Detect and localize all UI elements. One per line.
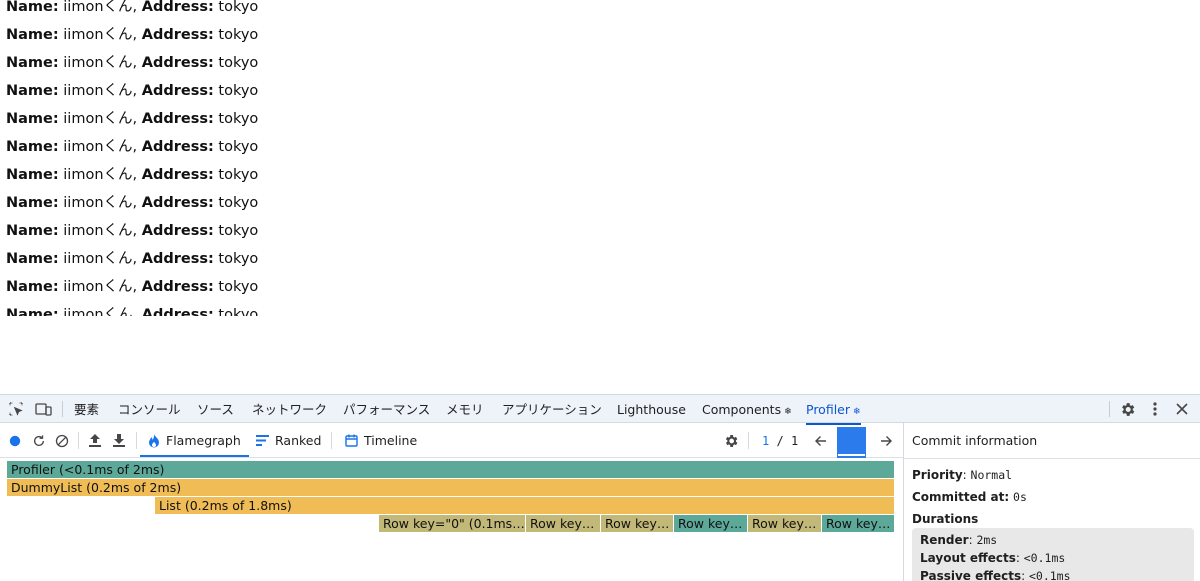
profiler-toolbar: Flamegraph Ranked Timeline 1 / 1 [0, 423, 903, 458]
durations-list: Render: 2ms Layout effects: <0.1ms Passi… [912, 528, 1194, 581]
tab-application[interactable]: アプリケーション [502, 395, 602, 424]
tab-profiler[interactable]: Profiler ❄ [806, 395, 861, 425]
flame-node-dummylist[interactable]: DummyList (0.2ms of 2ms) [7, 479, 895, 496]
profiler-settings-button[interactable] [723, 423, 739, 458]
record-icon [9, 435, 21, 446]
previous-commit-button[interactable] [815, 423, 827, 458]
reload-icon [33, 434, 45, 446]
toolbar-divider [78, 432, 79, 449]
list-item: Name: iimonくん, Address: tokyo [6, 27, 259, 43]
toolbar-divider [62, 401, 63, 417]
react-icon: ❄ [784, 407, 792, 417]
tab-flamegraph[interactable]: Flamegraph [140, 423, 249, 458]
list-item: Name: iimonくん, Address: tokyo [6, 195, 259, 211]
tab-network[interactable]: ネットワーク [252, 395, 327, 424]
list-item: Name: iimonくん, Address: tokyo [6, 111, 259, 127]
layout-effects-duration: Layout effects: <0.1ms [920, 551, 1066, 565]
tab-ranked[interactable]: Ranked [248, 423, 329, 458]
devtools-main-toolbar: 要素 コンソール ソース ネットワーク パフォーマンス メモリ アプリケーション… [0, 394, 1200, 425]
reload-and-profile-button[interactable] [32, 423, 46, 458]
arrow-left-icon [815, 435, 826, 446]
tab-timeline[interactable]: Timeline [337, 423, 425, 458]
ranked-icon [256, 435, 269, 446]
download-icon [113, 434, 125, 447]
passive-effects-duration: Passive effects: <0.1ms [920, 569, 1071, 581]
tab-performance[interactable]: パフォーマンス [343, 395, 430, 424]
durations-heading: Durations [912, 512, 979, 526]
save-profile-button[interactable] [112, 423, 126, 458]
close-icon[interactable] [1173, 400, 1191, 418]
flame-node-row[interactable]: Row key=... [601, 515, 674, 532]
flame-icon [148, 433, 160, 448]
arrow-right-icon [881, 435, 892, 446]
gear-icon [725, 434, 738, 447]
list-item: Name: iimonくん, Address: tokyo [6, 167, 259, 183]
flame-node-row[interactable]: Row key="0" (0.1ms of... [379, 515, 526, 532]
record-button[interactable] [9, 423, 21, 458]
tab-sources[interactable]: ソース [197, 395, 234, 424]
gear-icon[interactable] [1118, 400, 1136, 418]
upload-icon [89, 434, 101, 447]
tab-elements[interactable]: 要素 [74, 395, 99, 424]
flame-node-row[interactable]: Row key=... [674, 515, 748, 532]
commit-selector[interactable] [837, 423, 866, 458]
flame-node-row[interactable]: Row key=... [526, 515, 601, 532]
clear-button[interactable] [55, 423, 69, 458]
priority-row: Priority: Normal [912, 468, 1013, 482]
render-duration: Render: 2ms [920, 533, 998, 547]
committed-at-row: Committed at: 0s [912, 490, 1027, 504]
commit-counter: 1 / 1 [762, 433, 799, 448]
clear-icon [55, 434, 69, 447]
list-item: Name: iimonくん, Address: tokyo [6, 223, 259, 239]
flame-node-profiler[interactable]: Profiler (<0.1ms of 2ms) [7, 461, 895, 478]
flame-node-row[interactable]: Row key=... [748, 515, 822, 532]
device-toolbar-icon[interactable] [34, 400, 52, 418]
flame-node-row[interactable]: Row key=... [822, 515, 895, 532]
list-item: Name: iimonくん, Address: tokyo [6, 307, 259, 316]
list-item: Name: iimonくん, Address: tokyo [6, 55, 259, 71]
toolbar-divider [748, 432, 749, 449]
tab-memory[interactable]: メモリ [446, 395, 484, 424]
tab-console[interactable]: コンソール [118, 395, 181, 424]
devtools-panel: 要素 コンソール ソース ネットワーク パフォーマンス メモリ アプリケーション… [0, 394, 1200, 581]
calendar-icon [345, 434, 358, 447]
page-content: Name: iimonくん, Address: tokyo Name: iimo… [0, 0, 1200, 316]
toolbar-divider [1109, 401, 1110, 417]
toolbar-divider [331, 432, 332, 449]
tab-lighthouse[interactable]: Lighthouse [617, 395, 686, 424]
divider [904, 458, 1200, 459]
flame-node-list[interactable]: List (0.2ms of 1.8ms) [155, 497, 895, 514]
flamegraph-chart: Profiler (<0.1ms of 2ms) DummyList (0.2m… [0, 460, 903, 581]
inspect-element-icon[interactable] [7, 400, 25, 418]
next-commit-button[interactable] [880, 423, 892, 458]
load-profile-button[interactable] [88, 423, 102, 458]
commit-information-panel: Commit information Priority: Normal Comm… [903, 423, 1200, 581]
more-vert-icon[interactable] [1146, 400, 1164, 418]
list-item: Name: iimonくん, Address: tokyo [6, 83, 259, 99]
profiler-panel: Flamegraph Ranked Timeline 1 / 1 Profile… [0, 423, 903, 581]
react-icon: ❄ [853, 407, 861, 417]
commit-info-title: Commit information [912, 433, 1038, 448]
list-item: Name: iimonくん, Address: tokyo [6, 139, 259, 155]
list-item: Name: iimonくん, Address: tokyo [6, 0, 259, 15]
toolbar-divider [136, 432, 137, 449]
tab-components[interactable]: Components ❄ [702, 395, 792, 424]
list-item: Name: iimonくん, Address: tokyo [6, 251, 259, 267]
commit-bar[interactable] [837, 427, 866, 454]
list-item: Name: iimonくん, Address: tokyo [6, 279, 259, 295]
